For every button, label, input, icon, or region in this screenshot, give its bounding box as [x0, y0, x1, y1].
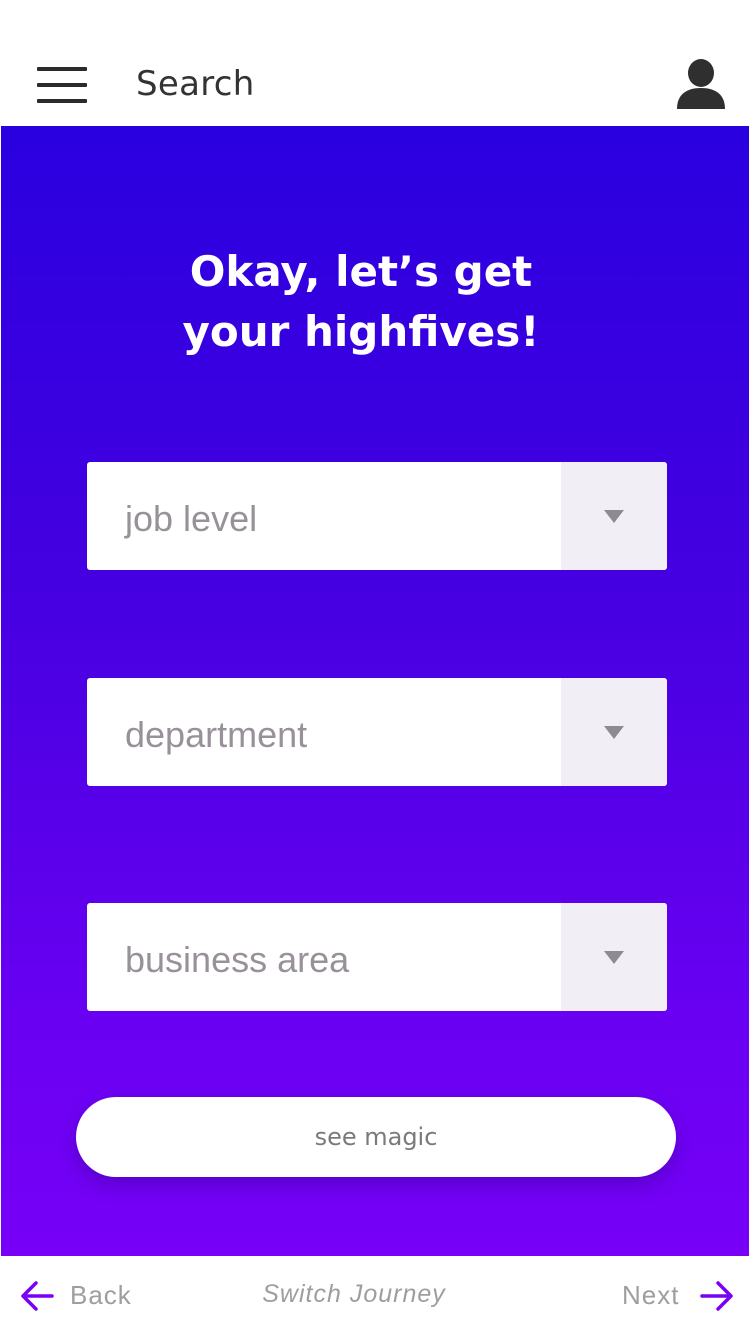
arrow-right-icon	[700, 1281, 733, 1311]
headline: Okay, let’s get your highfives!	[1, 242, 721, 362]
hero-section: Okay, let’s get your highfives! job leve…	[1, 126, 749, 1256]
department-select[interactable]: department	[87, 678, 667, 786]
headline-line-2: your highfives!	[182, 307, 540, 356]
business-area-toggle[interactable]	[561, 903, 667, 1011]
next-label: Next	[622, 1280, 680, 1310]
page-title: Search	[136, 64, 255, 104]
business-area-placeholder: business area	[125, 939, 350, 980]
caret-down-icon	[604, 951, 624, 964]
top-app-bar: Search	[0, 0, 750, 126]
bottom-navigation: Back Switch Journey Next	[0, 1256, 750, 1335]
user-avatar-icon[interactable]	[674, 58, 728, 112]
job-level-toggle[interactable]	[561, 462, 667, 570]
job-level-placeholder: job level	[125, 498, 258, 539]
caret-down-icon	[604, 510, 624, 523]
business-area-select[interactable]: business area	[87, 903, 667, 1011]
caret-down-icon	[604, 726, 624, 739]
switch-journey-link[interactable]: Switch Journey	[0, 1280, 708, 1309]
department-toggle[interactable]	[561, 678, 667, 786]
hamburger-menu-icon[interactable]	[37, 67, 87, 103]
department-placeholder: department	[125, 714, 308, 755]
next-button[interactable]: Next	[622, 1278, 740, 1314]
see-magic-button[interactable]: see magic	[76, 1097, 676, 1177]
job-level-select[interactable]: job level	[87, 462, 667, 570]
headline-line-1: Okay, let’s get	[189, 247, 533, 296]
